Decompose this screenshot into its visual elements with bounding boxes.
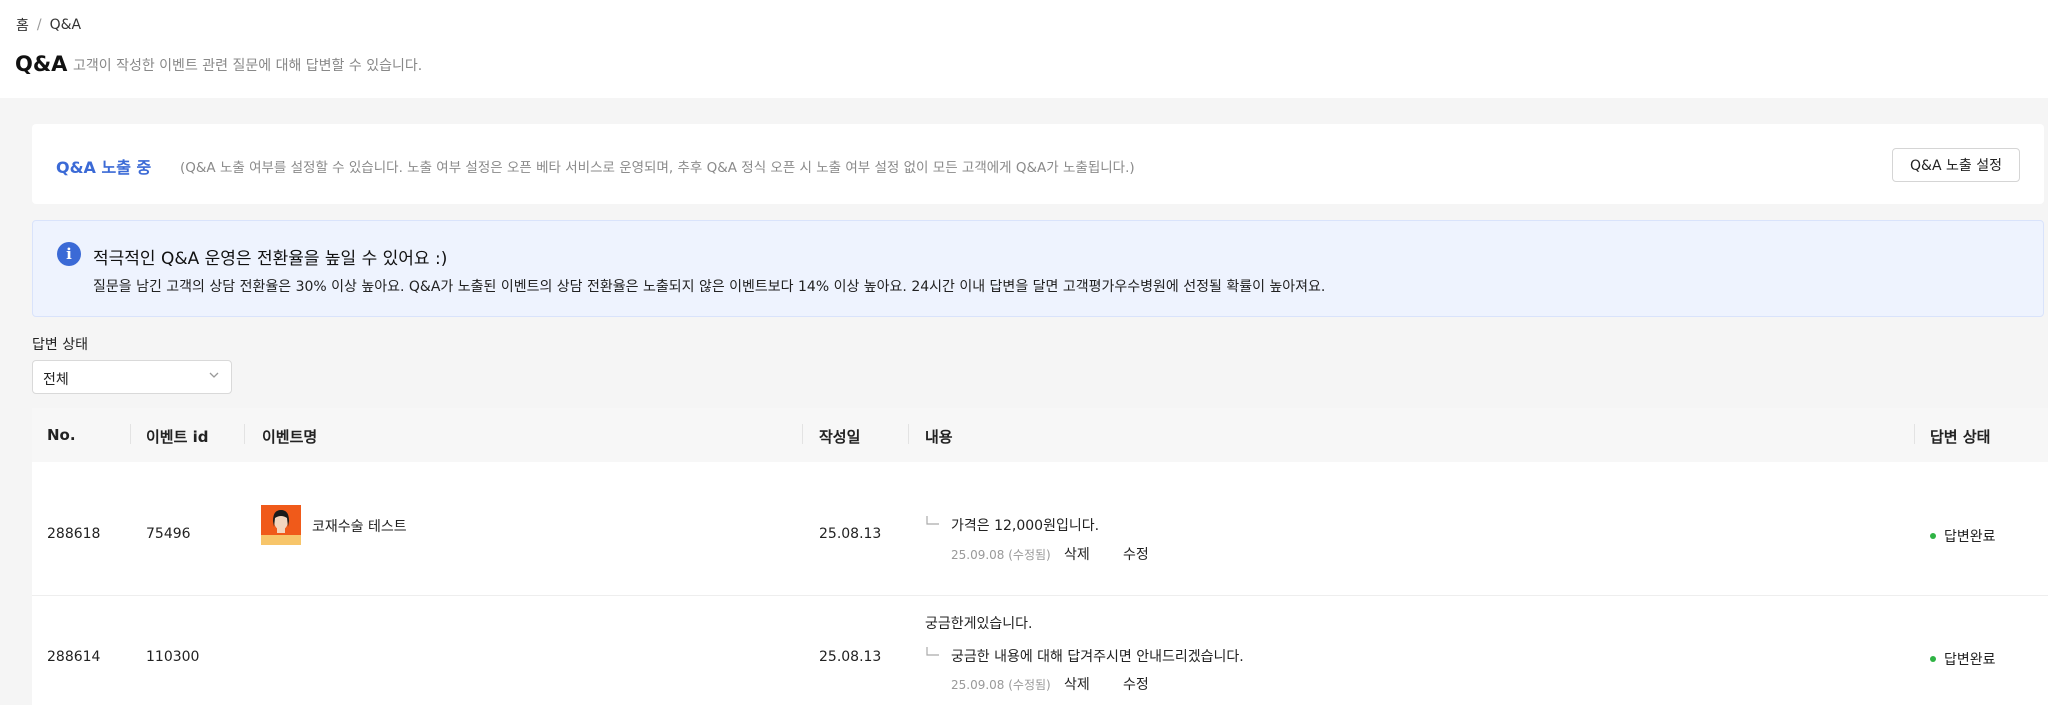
row-no: 288614 <box>47 649 101 665</box>
column-divider <box>244 424 245 444</box>
status-badge: 답변완료 <box>1930 649 1996 669</box>
column-divider <box>1914 424 1915 444</box>
exposure-card: Q&A 노출 중 (Q&A 노출 여부를 설정할 수 있습니다. 노출 여부 설… <box>32 124 2044 204</box>
status-filter-value: 전체 <box>43 372 69 388</box>
breadcrumb-separator: / <box>36 17 42 33</box>
edit-answer-button[interactable]: 수정 <box>1123 674 1149 694</box>
status-filter-select[interactable]: 전체 <box>32 360 232 394</box>
status-dot <box>1930 656 1936 662</box>
column-header-event-id: 이벤트 id <box>146 428 209 446</box>
question-text: 궁금한게있습니다. <box>925 616 1033 632</box>
row-date: 25.08.13 <box>819 649 882 665</box>
table-header: No. 이벤트 id 이벤트명 작성일 내용 답변 상태 <box>32 408 2048 462</box>
breadcrumb-home[interactable]: 홈 <box>16 15 29 35</box>
table-row[interactable]: 288618 75496 코재수술 테스트 25.08.13 가격은 12,00… <box>32 462 2048 596</box>
event-thumbnail[interactable] <box>261 505 301 545</box>
column-divider <box>130 424 131 444</box>
row-event-id: 110300 <box>146 649 200 665</box>
page-header: 홈 / Q&A Q&A 고객이 작성한 이벤트 관련 질문에 대해 답변할 수 … <box>0 0 2048 98</box>
status-badge: 답변완료 <box>1930 526 1996 546</box>
page-title: Q&A <box>15 52 68 76</box>
info-icon: i <box>57 242 81 266</box>
status-dot <box>1930 533 1936 539</box>
exposure-settings-button[interactable]: Q&A 노출 설정 <box>1892 148 2020 182</box>
answer-timestamp: 25.09.08 (수정됨) <box>951 548 1051 562</box>
column-header-no: No. <box>47 426 76 444</box>
column-header-content: 내용 <box>925 428 953 446</box>
row-no: 288618 <box>47 526 101 542</box>
answer-timestamp: 25.09.08 (수정됨) <box>951 678 1051 692</box>
reply-arrow-icon <box>926 647 939 656</box>
row-event-name[interactable]: 코재수술 테스트 <box>312 516 407 536</box>
answer-text: 가격은 12,000원입니다. <box>951 518 1100 534</box>
column-header-date: 작성일 <box>819 428 861 446</box>
page-description: 고객이 작성한 이벤트 관련 질문에 대해 답변할 수 있습니다. <box>73 58 423 74</box>
info-title: 적극적인 Q&A 운영은 전환율을 높일 수 있어요 :) <box>93 249 448 269</box>
edit-answer-button[interactable]: 수정 <box>1123 544 1149 564</box>
delete-answer-button[interactable]: 삭제 <box>1064 674 1090 694</box>
status-text: 답변완료 <box>1944 529 1996 545</box>
status-text: 답변완료 <box>1944 652 1996 668</box>
exposure-note: (Q&A 노출 여부를 설정할 수 있습니다. 노출 여부 설정은 오픈 베타 … <box>180 160 1135 176</box>
row-date: 25.08.13 <box>819 526 882 542</box>
breadcrumb: 홈 / Q&A <box>16 15 81 35</box>
column-header-event-name: 이벤트명 <box>262 428 318 446</box>
row-event-id: 75496 <box>146 526 191 542</box>
answer-text: 궁금한 내용에 대해 답겨주시면 안내드리겠습니다. <box>951 649 1244 665</box>
breadcrumb-current: Q&A <box>49 17 82 33</box>
reply-arrow-icon <box>926 516 939 525</box>
info-body: 질문을 남긴 고객의 상담 전환율은 30% 이상 높아요. Q&A가 노출된 … <box>93 279 1326 295</box>
column-divider <box>802 424 803 444</box>
exposure-status: Q&A 노출 중 <box>56 158 152 177</box>
table-row[interactable]: 288614 110300 25.08.13 궁금한게있습니다. 궁금한 내용에… <box>32 595 2048 705</box>
qna-table: No. 이벤트 id 이벤트명 작성일 내용 답변 상태 288618 7549… <box>32 408 2048 705</box>
status-filter-label: 답변 상태 <box>32 337 88 353</box>
info-banner: i 적극적인 Q&A 운영은 전환율을 높일 수 있어요 :) 질문을 남긴 고… <box>32 220 2044 317</box>
column-divider <box>908 424 909 444</box>
column-header-answer-status: 답변 상태 <box>1930 428 1991 446</box>
delete-answer-button[interactable]: 삭제 <box>1064 544 1090 564</box>
chevron-down-icon <box>209 372 219 378</box>
